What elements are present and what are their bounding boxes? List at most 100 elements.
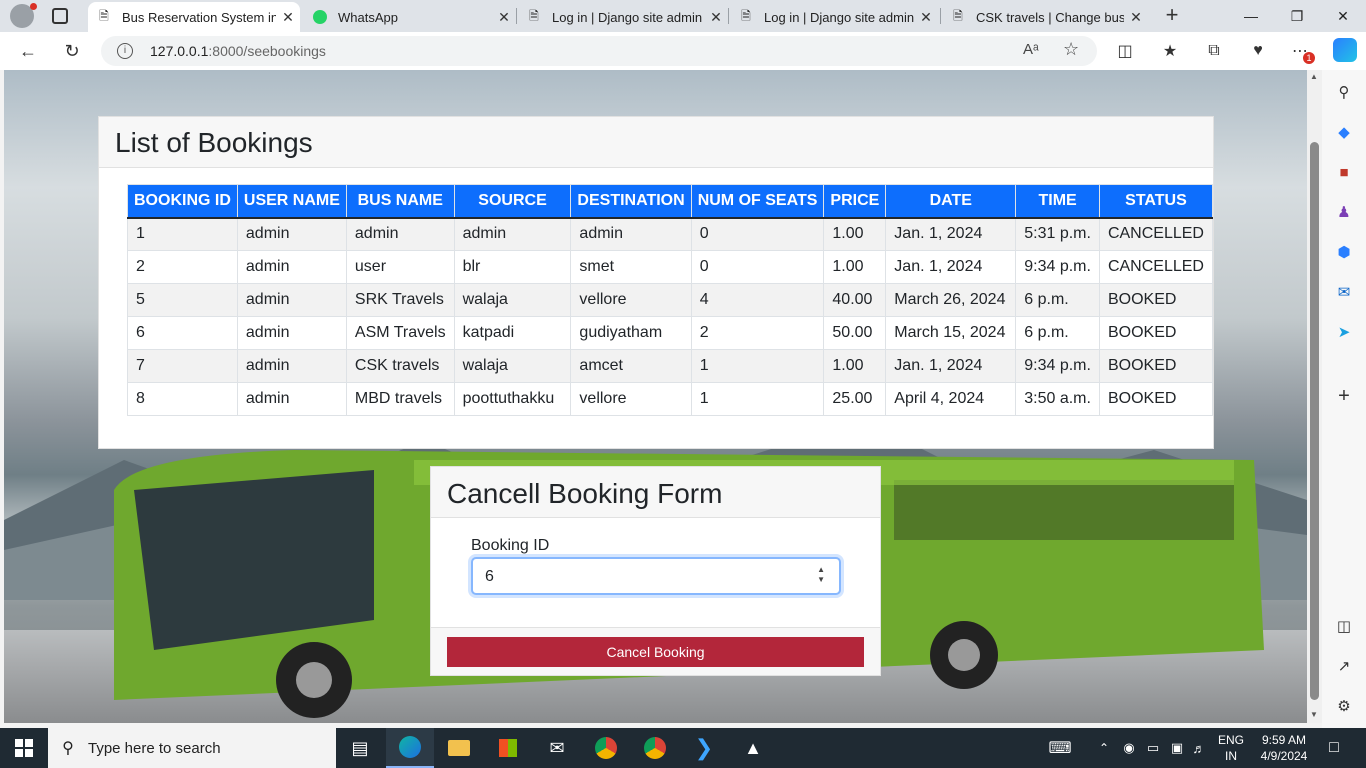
minimize-icon[interactable]: —	[1228, 0, 1274, 32]
chrome-profile-icon[interactable]	[631, 728, 679, 768]
show-hidden-icons-chevron[interactable]: ⌃	[1096, 728, 1112, 768]
add-sidebar-app-icon[interactable]: +	[1332, 384, 1356, 408]
language-indicator[interactable]: ENG IN	[1214, 728, 1248, 768]
column-header: TIME	[1015, 184, 1100, 219]
profile-icon[interactable]	[10, 3, 37, 28]
table-cell: admin	[570, 217, 692, 251]
tab-divider	[940, 8, 941, 24]
vscode-icon[interactable]: ❯	[680, 728, 728, 768]
table-cell: 1.00	[823, 217, 887, 251]
copilot-icon[interactable]	[1333, 38, 1357, 62]
table-cell: blr	[453, 250, 572, 284]
table-cell: admin	[236, 382, 347, 416]
column-header: DESTINATION	[570, 184, 692, 219]
shopping-tag-icon[interactable]: ◆	[1332, 120, 1356, 144]
window-close-icon[interactable]: ✕	[1320, 0, 1366, 32]
spin-up-icon[interactable]: ▲	[817, 565, 825, 575]
column-header: BOOKING ID	[127, 184, 238, 219]
back-icon[interactable]: ←	[13, 36, 43, 66]
table-row: 2 admin user blr smet 0 1.00 Jan. 1, 2024 9:34 p…	[127, 250, 1214, 284]
table-cell: 1	[690, 349, 825, 383]
url-field[interactable]: i 127.0.0.1:8000/seebookings Aᵃ ☆	[101, 36, 1097, 66]
open-external-icon[interactable]: ↗	[1332, 654, 1356, 678]
volume-icon[interactable]: ♬	[1190, 728, 1208, 768]
clock-time: 9:59 AM	[1261, 733, 1307, 747]
new-tab-icon[interactable]: +	[1160, 4, 1184, 28]
table-cell: SRK Travels	[345, 283, 455, 317]
close-icon[interactable]: ✕	[492, 9, 516, 26]
microsoft365-icon[interactable]: ⬢	[1332, 240, 1356, 264]
keyboard-layout-icon[interactable]: ⌨	[1040, 728, 1080, 768]
mail-icon[interactable]: ✉	[533, 728, 581, 768]
booking-id-value: 6	[485, 568, 494, 585]
file-explorer-icon[interactable]	[435, 728, 483, 768]
cancel-booking-button[interactable]: Cancel Booking	[447, 637, 864, 667]
task-view-icon[interactable]: ▤	[336, 728, 384, 768]
tab-whatsapp[interactable]: WhatsApp ✕	[304, 2, 516, 32]
clock[interactable]: 9:59 AM 4/9/2024	[1254, 728, 1314, 768]
meet-now-icon[interactable]: ◉	[1120, 728, 1138, 768]
info-icon[interactable]: i	[117, 43, 133, 59]
games-icon[interactable]: ♟	[1332, 200, 1356, 224]
settings-gear-icon[interactable]: ⚙	[1332, 694, 1356, 718]
table-cell: 5:31 p.m.	[1015, 217, 1100, 251]
close-icon[interactable]: ✕	[914, 9, 938, 26]
table-cell: 1.00	[823, 250, 887, 284]
scroll-down-icon[interactable]: ▼	[1310, 710, 1318, 719]
notifications-icon[interactable]: □	[1320, 728, 1348, 768]
tools-briefcase-icon[interactable]: ■	[1332, 160, 1356, 184]
table-cell: admin	[236, 283, 347, 317]
windows-start-icon[interactable]	[0, 728, 48, 768]
network-icon[interactable]: ▣	[1168, 728, 1186, 768]
bookings-table: BOOKING ID USER NAME BUS NAME SOURCE DES…	[127, 184, 1214, 416]
tab-csk-travels[interactable]: 🗎 CSK travels | Change bus | D ✕	[942, 2, 1148, 32]
close-icon[interactable]: ✕	[704, 9, 728, 26]
tab-django-login-2[interactable]: 🗎 Log in | Django site admin ✕	[730, 2, 938, 32]
table-cell: user	[345, 250, 455, 284]
read-aloud-icon[interactable]: Aᵃ	[1023, 41, 1039, 58]
collections-icon[interactable]: ⧉	[1199, 36, 1229, 66]
edge-browser-icon[interactable]	[386, 728, 434, 768]
drop-icon[interactable]: ➤	[1332, 320, 1356, 344]
more-options-icon[interactable]: ⋯ 1	[1285, 36, 1315, 66]
refresh-icon[interactable]: ↻	[57, 36, 87, 66]
tab-bus-reservation[interactable]: 🗎 Bus Reservation System in D ✕	[88, 2, 300, 32]
tab-divider	[728, 8, 729, 24]
hide-sidebar-icon[interactable]: ◫	[1332, 614, 1356, 638]
browser-essentials-icon[interactable]: ♥	[1243, 36, 1273, 66]
table-cell: admin	[236, 316, 347, 350]
favorites-icon[interactable]: ★	[1155, 36, 1185, 66]
table-cell: admin	[236, 250, 347, 284]
search-icon[interactable]: ⚲	[1332, 80, 1356, 104]
table-cell: 6 p.m.	[1015, 316, 1100, 350]
table-cell: CSK travels	[345, 349, 455, 383]
split-screen-icon[interactable]: ◫	[1110, 36, 1140, 66]
notification-badge: 1	[1303, 52, 1315, 64]
spin-down-icon[interactable]: ▼	[817, 575, 825, 585]
microsoft-store-icon[interactable]	[484, 728, 532, 768]
table-cell: 8	[127, 382, 238, 416]
taskbar-search-box[interactable]: ⚲ Type here to search	[48, 728, 336, 768]
table-cell: vellore	[570, 283, 692, 317]
cancel-form-header: Cancell Booking Form	[431, 467, 880, 518]
scrollbar-thumb[interactable]	[1310, 142, 1319, 700]
restore-icon[interactable]: ❐	[1274, 0, 1320, 32]
tab-divider	[516, 8, 517, 24]
page-icon: 🗎	[99, 8, 109, 23]
close-icon[interactable]: ✕	[276, 9, 300, 26]
battery-icon[interactable]: ▭	[1144, 728, 1162, 768]
booking-id-input[interactable]: 6 ▲ ▼	[471, 557, 841, 595]
table-header-row: BOOKING ID USER NAME BUS NAME SOURCE DES…	[127, 184, 1214, 219]
chrome-icon[interactable]	[582, 728, 630, 768]
table-cell: 25.00	[823, 382, 887, 416]
photos-icon[interactable]: ▲	[729, 728, 777, 768]
scroll-up-icon[interactable]: ▲	[1310, 72, 1318, 81]
close-icon[interactable]: ✕	[1124, 9, 1148, 26]
table-cell: 0	[690, 217, 825, 251]
number-spinner[interactable]: ▲ ▼	[817, 565, 825, 585]
favorite-star-icon[interactable]: ☆	[1063, 39, 1079, 60]
outlook-icon[interactable]: ✉	[1332, 280, 1356, 304]
tab-actions-icon[interactable]	[52, 8, 68, 24]
table-cell: BOOKED	[1098, 316, 1214, 350]
tab-django-login-1[interactable]: 🗎 Log in | Django site admin ✕	[518, 2, 728, 32]
